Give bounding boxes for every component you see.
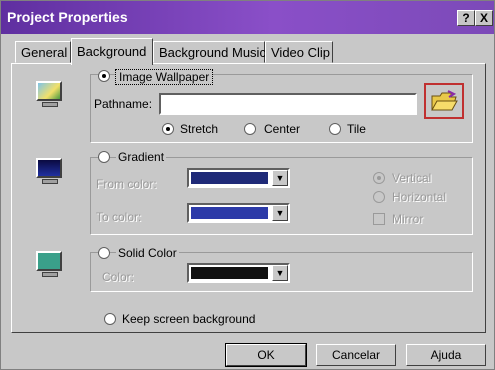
- chevron-down-icon: ▼: [272, 265, 288, 281]
- center-radio[interactable]: [244, 123, 256, 135]
- keep-screen-radio[interactable]: [104, 313, 116, 325]
- open-folder-icon: [431, 90, 458, 111]
- center-label: Center: [264, 122, 301, 136]
- chevron-down-icon: ▼: [272, 205, 288, 221]
- vertical-radio[interactable]: [373, 172, 385, 184]
- gradient-monitor-icon: [34, 156, 66, 188]
- ok-button[interactable]: OK: [225, 343, 307, 367]
- image-wallpaper-label: Image Wallpaper: [115, 69, 214, 85]
- chevron-down-icon: ▼: [272, 170, 288, 186]
- mirror-checkbox[interactable]: [373, 213, 385, 225]
- tile-label: Tile: [347, 122, 366, 136]
- stretch-label: Stretch: [180, 122, 219, 136]
- solid-color-monitor-icon: [34, 249, 66, 281]
- title-bar: Project Properties ? X: [1, 1, 494, 34]
- tab-background-music[interactable]: Background Music: [153, 41, 266, 63]
- to-color-swatch: [191, 207, 268, 219]
- solid-color-radio[interactable]: [98, 247, 110, 259]
- keep-screen-label: Keep screen background: [122, 312, 256, 326]
- pathname-label: Pathname:: [94, 97, 153, 111]
- stretch-radio[interactable]: [162, 123, 174, 135]
- image-wallpaper-radio[interactable]: [98, 70, 110, 82]
- tab-background[interactable]: Background: [71, 38, 153, 65]
- mirror-label: Mirror: [392, 212, 424, 226]
- horizontal-radio[interactable]: [373, 191, 385, 203]
- from-color-select[interactable]: ▼: [187, 168, 290, 188]
- gradient-radio[interactable]: [98, 151, 110, 163]
- to-color-label: To color:: [96, 210, 142, 224]
- help-title-button[interactable]: ?: [457, 10, 475, 26]
- to-color-select[interactable]: ▼: [187, 203, 290, 223]
- tab-general[interactable]: General: [15, 41, 71, 63]
- project-properties-dialog: Project Properties ? X General Backgroun…: [0, 0, 495, 370]
- from-color-swatch: [191, 172, 268, 184]
- pathname-input[interactable]: [159, 93, 417, 115]
- image-monitor-icon: [34, 79, 66, 111]
- cancel-button[interactable]: Cancelar: [316, 344, 396, 366]
- background-tab-panel: Image Wallpaper Pathname: Stretch Center…: [11, 63, 486, 333]
- horizontal-label: Horizontal: [392, 190, 447, 204]
- help-button[interactable]: Ajuda: [406, 344, 486, 366]
- tab-video-clip[interactable]: Video Clip: [265, 41, 333, 63]
- close-title-button[interactable]: X: [475, 10, 493, 26]
- vertical-label: Vertical: [392, 171, 432, 185]
- solid-color-swatch: [191, 267, 268, 279]
- window-title: Project Properties: [7, 9, 128, 25]
- solid-color-select[interactable]: ▼: [187, 263, 290, 283]
- browse-button[interactable]: [424, 83, 464, 119]
- solid-color-label: Solid Color: [116, 246, 179, 260]
- gradient-label: Gradient: [116, 150, 167, 164]
- color-label: Color:: [102, 270, 135, 284]
- from-color-label: From color:: [96, 177, 157, 191]
- tile-radio[interactable]: [329, 123, 341, 135]
